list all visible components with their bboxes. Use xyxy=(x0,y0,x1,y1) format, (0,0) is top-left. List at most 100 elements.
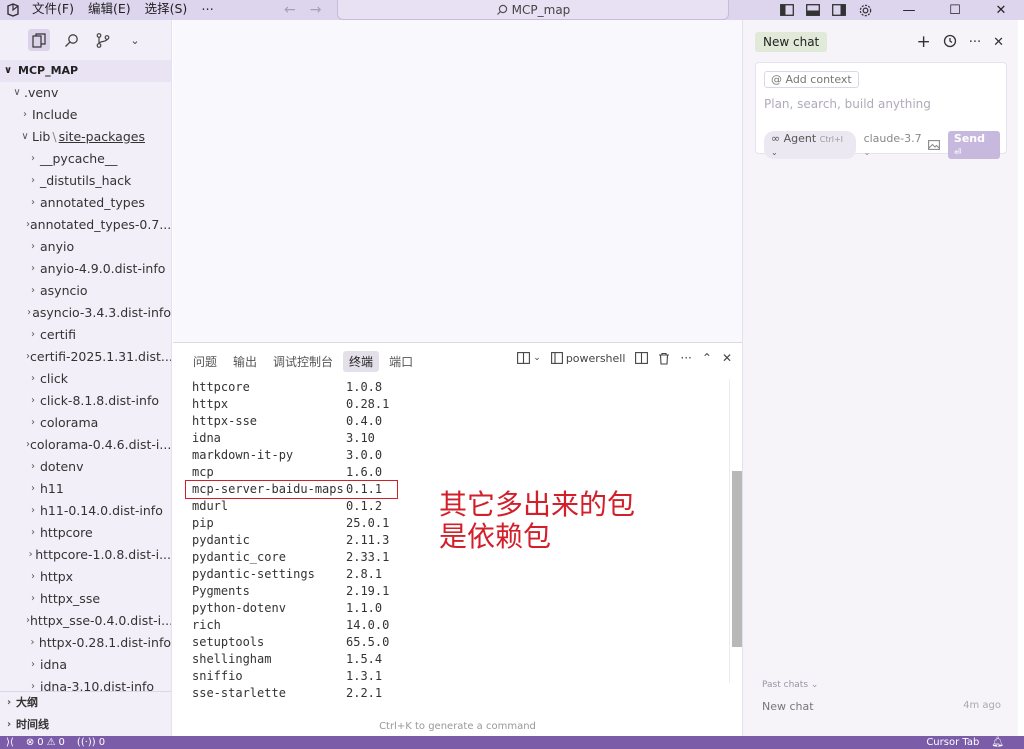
plus-icon[interactable]: + xyxy=(916,32,930,52)
maximize-icon[interactable]: ☐ xyxy=(932,0,978,20)
tree-item-suffix[interactable]: site-packages xyxy=(59,126,145,148)
tree-item[interactable]: › annotated_types-0.7... xyxy=(0,214,171,236)
chevron-right-icon: › xyxy=(31,461,35,472)
notifications-bell-icon[interactable]: 🔔︎ xyxy=(985,737,1010,748)
tree-item-label: idna xyxy=(40,657,67,672)
tree-item-label: annotated_types xyxy=(40,195,145,210)
more-icon[interactable]: ··· xyxy=(969,35,981,50)
tree-item[interactable]: › colorama-0.4.6.dist-i... xyxy=(0,434,171,456)
send-button[interactable]: Send ⏎ xyxy=(947,131,1000,159)
more-actions-icon[interactable]: ··· xyxy=(680,351,691,365)
tab-debug-console[interactable]: 调试控制台 xyxy=(267,351,339,372)
workspace-root[interactable]: ∨ MCP_MAP xyxy=(0,60,171,82)
tree-item[interactable]: › anyio xyxy=(0,236,171,258)
tree-item-label: asyncio-3.4.3.dist-info xyxy=(32,305,171,320)
tree-item-label: colorama-0.4.6.dist-i... xyxy=(30,437,171,452)
tree-item[interactable]: › asyncio xyxy=(0,280,171,302)
close-icon[interactable]: ✕ xyxy=(993,35,1004,50)
add-context-button[interactable]: @ Add context xyxy=(764,71,859,88)
terminal-scrollbar[interactable] xyxy=(729,379,742,683)
tree-item[interactable]: › click xyxy=(0,368,171,390)
tree-item[interactable]: › certifi xyxy=(0,324,171,346)
tab-ports[interactable]: 端口 xyxy=(383,351,419,372)
explorer-icon[interactable] xyxy=(28,29,50,51)
forward-arrow-icon[interactable]: → xyxy=(310,2,322,18)
tree-item[interactable]: › colorama xyxy=(0,412,171,434)
package-version: 3.0.0 xyxy=(346,448,383,462)
agent-mode-selector[interactable]: ∞ Agent Ctrl+I ⌄ xyxy=(764,131,856,159)
command-center[interactable]: MCP_map xyxy=(337,0,729,20)
gear-icon[interactable] xyxy=(856,1,874,19)
tree-item[interactable]: › dotenv xyxy=(0,456,171,478)
tree-item[interactable]: › annotated_types xyxy=(0,192,171,214)
package-version: 1.6.0 xyxy=(346,465,383,479)
chevron-right-icon: › xyxy=(23,109,27,120)
chevron-right-icon: › xyxy=(31,329,35,340)
chevron-down-icon[interactable]: ⌄ xyxy=(124,29,146,51)
source-control-icon[interactable] xyxy=(92,29,114,51)
timeline-section[interactable]: › 时间线 xyxy=(0,714,171,736)
cursor-tab-status[interactable]: Cursor Tab xyxy=(920,737,985,748)
chat-history-time: 4m ago xyxy=(963,700,1001,711)
terminal-shell-selector[interactable]: powershell xyxy=(550,352,625,365)
tree-item[interactable]: › click-8.1.8.dist-info xyxy=(0,390,171,412)
highlight-box xyxy=(185,480,398,499)
menu-edit[interactable]: 编辑(E) xyxy=(82,0,137,20)
toggle-sidebar-icon[interactable] xyxy=(778,1,796,19)
tab-terminal[interactable]: 终端 xyxy=(343,350,380,372)
tab-problems[interactable]: 问题 xyxy=(187,351,223,372)
outline-section[interactable]: › 大纲 xyxy=(0,692,171,714)
tree-item[interactable]: › idna xyxy=(0,654,171,676)
tree-item[interactable]: › _distutils_hack xyxy=(0,170,171,192)
editor-area[interactable] xyxy=(173,20,742,342)
tree-item[interactable]: › httpcore xyxy=(0,522,171,544)
tree-item[interactable]: › anyio-4.9.0.dist-info xyxy=(0,258,171,280)
ctrl-k-hint: Ctrl+K to generate a command xyxy=(379,721,536,732)
close-window-icon[interactable]: ✕ xyxy=(978,0,1024,20)
tree-item[interactable]: ∨ Lib \ site-packages xyxy=(0,126,171,148)
tree-item-label: h11 xyxy=(40,481,64,496)
cursor-logo-icon[interactable] xyxy=(0,0,26,20)
package-name: shellingham xyxy=(192,652,272,666)
scrollbar-thumb[interactable] xyxy=(732,471,742,647)
tree-item[interactable]: › h11-0.14.0.dist-info xyxy=(0,500,171,522)
tree-item[interactable]: › Include xyxy=(0,104,171,126)
remote-indicator-icon[interactable]: ⟩⟨ xyxy=(0,737,20,748)
image-icon[interactable] xyxy=(927,138,940,153)
chat-input-placeholder[interactable]: Plan, search, build anything xyxy=(764,97,931,111)
tree-item[interactable]: › httpx_sse-0.4.0.dist-i... xyxy=(0,610,171,632)
toggle-secondary-sidebar-icon[interactable] xyxy=(830,1,848,19)
tree-item[interactable]: › asyncio-3.4.3.dist-info xyxy=(0,302,171,324)
search-icon[interactable] xyxy=(60,29,82,51)
back-arrow-icon[interactable]: ← xyxy=(284,2,296,18)
tree-item[interactable]: › httpcore-1.0.8.dist-i... xyxy=(0,544,171,566)
split-terminal-icon[interactable] xyxy=(635,352,649,364)
past-chats-header[interactable]: Past chats ⌄ xyxy=(762,680,818,690)
minimize-icon[interactable]: — xyxy=(886,0,932,20)
menu-more-icon[interactable]: ··· xyxy=(201,3,213,18)
history-icon[interactable] xyxy=(943,34,957,51)
tree-item[interactable]: › httpx_sse xyxy=(0,588,171,610)
tree-item[interactable]: › httpx-0.28.1.dist-info xyxy=(0,632,171,654)
trash-icon[interactable] xyxy=(658,352,670,365)
chat-input-box[interactable]: @ Add context Plan, search, build anythi… xyxy=(755,62,1007,159)
menu-selection[interactable]: 选择(S) xyxy=(139,0,194,20)
chat-history-item[interactable]: New chat 4m ago xyxy=(762,700,1001,713)
model-selector[interactable]: claude-3.7 ⌄ xyxy=(864,132,928,158)
toggle-panel-icon[interactable] xyxy=(804,1,822,19)
close-panel-icon[interactable]: ✕ xyxy=(722,351,732,365)
chat-tab-new-chat[interactable]: New chat xyxy=(755,32,828,52)
maximize-panel-icon[interactable]: ⌃ xyxy=(702,351,712,365)
tree-item[interactable]: › httpx xyxy=(0,566,171,588)
tree-item[interactable]: ∨ .venv xyxy=(0,82,171,104)
chat-panel: New chat + ··· ✕ @ Add context Plan, sea… xyxy=(742,20,1018,736)
terminal-output[interactable]: httpcore 1.0.8 httpx 0.28.1 httpx-sse 0.4.0 id… xyxy=(192,379,389,702)
problems-status[interactable]: ⊗ 0 ⚠ 0 xyxy=(20,737,71,748)
ports-status[interactable]: ((·)) 0 xyxy=(71,737,111,748)
tree-item[interactable]: › __pycache__ xyxy=(0,148,171,170)
tab-output[interactable]: 输出 xyxy=(227,351,263,372)
tree-item[interactable]: › h11 xyxy=(0,478,171,500)
new-terminal-layout-icon[interactable]: ⌄ xyxy=(517,352,541,364)
tree-item[interactable]: › certifi-2025.1.31.dist... xyxy=(0,346,171,368)
menu-file[interactable]: 文件(F) xyxy=(26,0,80,20)
